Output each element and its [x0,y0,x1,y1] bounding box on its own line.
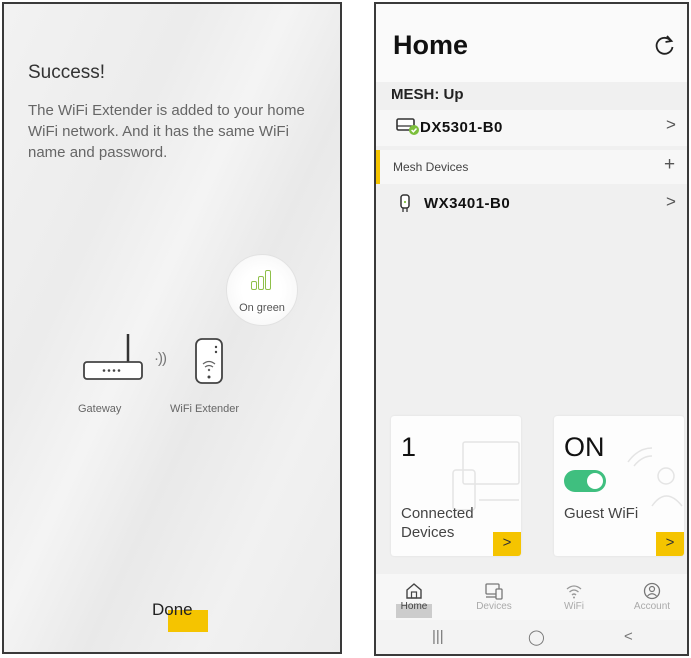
mesh-device-name: WX3401-B0 [424,195,511,212]
wifi-icon [566,585,582,599]
tab-wifi-label: WiFi [564,601,584,612]
chevron-right-icon[interactable]: > [493,532,521,556]
left-screen: Success! The WiFi Extender is added to y… [2,2,342,654]
router-check-icon [396,118,419,135]
mesh-device-row[interactable] [376,186,687,222]
mesh-devices-label: Mesh Devices [393,160,469,174]
guest-illustration-icon [627,447,683,507]
home-icon [406,583,422,599]
wifi-extender-icon [195,338,223,384]
tab-wifi[interactable]: WiFi [544,582,604,612]
tab-devices-label: Devices [476,601,512,612]
on-green-label: On green [239,302,285,314]
signal-bars-icon [251,268,271,290]
account-icon [643,582,661,600]
toggle-knob [587,473,603,489]
status-indicator [226,254,298,326]
add-mesh-device-button[interactable]: + [664,154,675,176]
wifi-extender-label: WiFi Extender [170,403,240,415]
refresh-icon[interactable] [654,34,676,56]
done-button[interactable]: Done [152,600,193,620]
devices-icon [485,583,503,600]
chevron-right-icon[interactable]: > [656,532,684,556]
tab-devices[interactable]: Devices [464,582,524,612]
chevron-right-icon: > [666,192,676,211]
recents-button[interactable]: ||| [432,628,444,645]
gateway-device-name: DX5301-B0 [420,119,503,136]
tab-home[interactable]: Home [384,582,444,612]
gateway-router-icon [83,334,143,380]
mesh-devices-accent [376,150,380,184]
success-title: Success! [28,62,106,83]
back-button[interactable]: < [624,628,633,645]
right-screen: Home MESH: Up DX5301-B0 > Mesh Devices +… [374,2,689,656]
mesh-status: MESH: Up [391,86,464,103]
tab-account-label: Account [633,601,671,612]
connected-devices-count: 1 [401,432,417,462]
tab-home-label: Home [400,601,428,612]
page-title: Home [393,30,469,60]
tab-account[interactable]: Account [622,582,682,612]
guest-wifi-status: ON [564,432,605,462]
guest-wifi-label: Guest WiFi [564,505,639,522]
success-message: The WiFi Extender is added to your home … [28,102,305,161]
chevron-right-icon: > [666,115,676,134]
extender-icon [400,194,410,212]
connected-devices-label: Connected Devices [401,505,474,541]
connected-devices-card[interactable]: 1 Connected Devices > [391,416,521,556]
guest-wifi-card[interactable]: ON Guest WiFi > [554,416,684,556]
gateway-label: Gateway [78,403,122,415]
system-home-button[interactable]: ◯ [528,628,545,646]
guest-wifi-toggle[interactable] [564,470,606,492]
wireless-signal-icon: ·)) [154,350,167,367]
